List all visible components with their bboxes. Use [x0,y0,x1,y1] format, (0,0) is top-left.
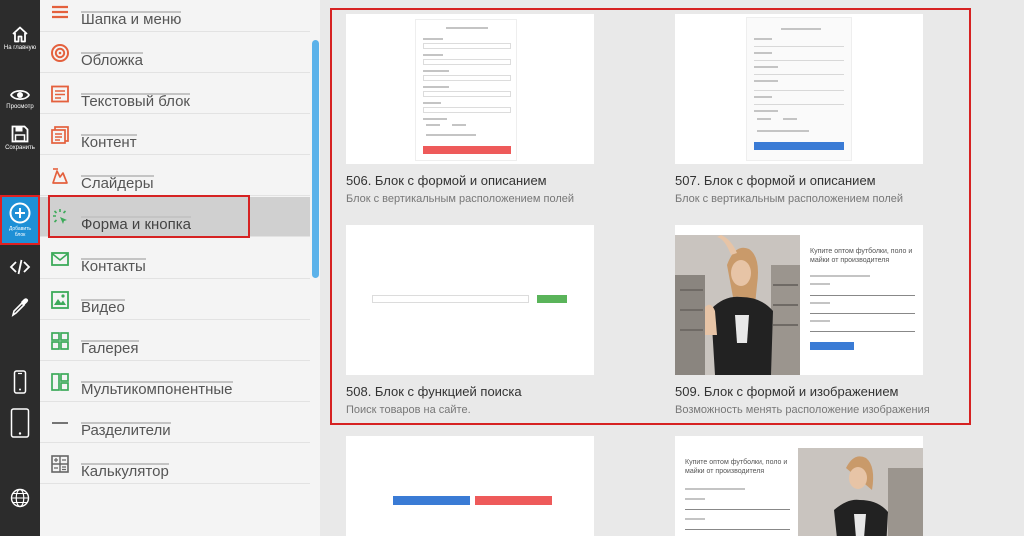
add-block-label: Добавить блок [8,226,32,238]
calculator-icon [51,454,69,473]
sidebar-item-calculator[interactable]: Калькулятор [40,444,310,484]
content-icon [51,125,69,144]
selected-blocks-highlight [330,8,971,425]
divider-icon [52,421,68,424]
save-button[interactable]: Сохранить [0,125,40,152]
add-block-button[interactable]: Добавить блок [0,195,40,245]
code-icon [9,259,31,275]
sidebar-item-sliders[interactable]: Слайдеры [40,156,310,196]
globe-icon [10,488,30,508]
envelope-icon [51,251,69,266]
sidebar-item-video[interactable]: Видео [40,280,310,320]
home-label: На главную [3,45,37,51]
sidebar-item-contacts[interactable]: Контакты [40,239,310,279]
floppy-disk-icon [11,125,29,143]
sidebar-item-multicomponent[interactable]: Мультикомпонентные [40,362,310,402]
language-button[interactable] [0,488,40,508]
color-picker-button[interactable] [0,297,40,317]
left-toolbar: На главную Просмотр Сохранить Добавить б… [0,0,40,536]
video-icon [51,290,69,309]
sidebar-item-label: Калькулятор [81,462,169,480]
sidebar-item-label: Обложка [81,51,143,69]
smartphone-icon [13,370,27,394]
scrollbar-thumb[interactable] [312,40,319,278]
menu-icon [52,5,68,18]
eyedropper-icon [11,298,29,317]
sidebar-item-label: Слайдеры [81,174,154,192]
sidebar-item-dividers[interactable]: Разделители [40,403,310,443]
text-block-icon [51,85,69,102]
home-icon [12,26,28,43]
sidebar-item-label: Мультикомпонентные [81,380,233,398]
tablet-view-button[interactable] [0,408,40,438]
block-next-heading: Купите оптом футболки, поло и майки от п… [685,459,788,475]
plus-circle-icon [9,202,31,224]
eye-icon [10,89,30,101]
sidebar-item-label: Текстовый блок [81,92,190,110]
sidebar-item-cover[interactable]: Обложка [40,33,310,73]
home-button[interactable]: На главную [0,26,40,52]
cover-icon [51,43,69,62]
slider-icon [52,167,68,184]
sidebar-item-label: Разделители [81,421,171,439]
block-next-preview-left[interactable] [346,436,594,536]
sidebar-scrollbar[interactable] [311,0,320,536]
save-label: Сохранить [5,145,35,151]
block-next-preview-right[interactable]: Купите оптом футболки, поло и майки от п… [675,436,923,536]
mobile-view-button[interactable] [0,370,40,394]
preview-label: Просмотр [6,104,34,110]
sidebar-item-label: Шапка и меню [81,10,182,28]
active-item-highlight [48,195,250,238]
sidebar-item-content[interactable]: Контент [40,115,310,155]
model-photo [798,448,923,536]
sidebar-item-label: Контент [81,133,137,151]
sidebar-item-text-block[interactable]: Текстовый блок [40,74,310,114]
block-categories-sidebar: Шапка и меню Обложка Текстовый блок Конт… [40,0,320,536]
preview-button[interactable]: Просмотр [0,88,40,111]
sidebar-item-label: Контакты [81,257,146,275]
sidebar-item-gallery[interactable]: Галерея [40,321,310,361]
sidebar-item-header-menu[interactable]: Шапка и меню [40,0,310,32]
tablet-icon [10,408,30,438]
code-button[interactable] [0,258,40,276]
sidebar-item-label: Видео [81,298,125,316]
sidebar-item-label: Галерея [81,339,139,357]
gallery-icon [51,331,69,350]
multicomponent-icon [51,372,69,391]
